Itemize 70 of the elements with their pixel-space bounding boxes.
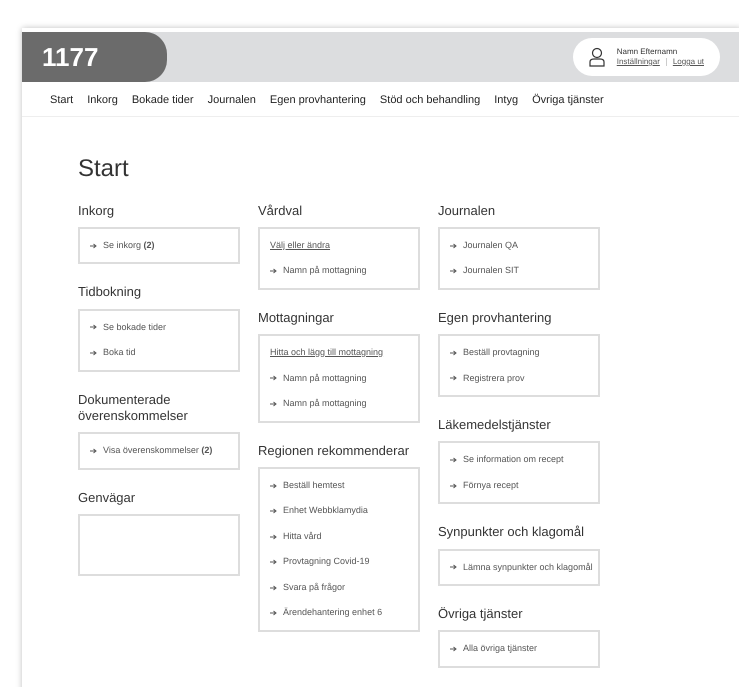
nav-link[interactable]: Övriga tjänster	[532, 92, 604, 108]
service-link[interactable]: Boka tid	[103, 346, 136, 360]
service-link[interactable]: Se bokade tider	[103, 320, 166, 334]
logo[interactable]: 1177	[22, 32, 167, 82]
service-link[interactable]: Beställ provtagning	[463, 346, 540, 360]
section-heading: Läkemedelstjänster	[438, 417, 552, 434]
nav-link[interactable]: Inkorg	[87, 92, 118, 108]
service-link[interactable]: Beställ hemtest	[283, 478, 345, 492]
account-link[interactable]: Inställningar	[616, 57, 660, 67]
arrow-icon	[270, 610, 277, 616]
nav-link[interactable]: Bokade tider	[132, 92, 194, 108]
arrow-icon	[450, 242, 457, 248]
arrow-icon	[90, 242, 97, 248]
service-link[interactable]: Registrera prov	[463, 372, 525, 385]
section-heading: Journalen	[438, 202, 496, 219]
section-heading: Egen provhantering	[438, 310, 552, 326]
service-link[interactable]: Svara på frågor	[283, 580, 346, 594]
section-heading: Dokumenterade överenskommelser	[78, 392, 189, 424]
arrow-icon	[450, 457, 457, 463]
arrow-icon	[270, 534, 277, 540]
arrow-icon	[270, 375, 277, 382]
service-link[interactable]: Se information om recept	[463, 453, 564, 467]
service-link[interactable]: Namn på mottagning	[283, 372, 367, 385]
arrow-icon	[270, 508, 277, 514]
service-link[interactable]: Se inkorg (2)	[103, 238, 155, 252]
service-link[interactable]: Alla övriga tjänster	[463, 642, 538, 656]
arrow-icon	[450, 268, 457, 274]
section-heading: Vårdval	[258, 202, 304, 219]
arrow-icon	[450, 646, 457, 652]
arrow-icon	[270, 400, 277, 407]
arrow-icon	[270, 559, 277, 565]
account-link[interactable]: Logga ut	[672, 57, 704, 67]
underlined-link[interactable]: Hitta och lägg till mottagning	[270, 346, 408, 360]
service-link[interactable]: Förnya recept	[463, 478, 519, 492]
nav-link[interactable]: Stöd och behandling	[380, 92, 480, 108]
service-link[interactable]: Enhet Webbklamydia	[283, 504, 368, 518]
arrow-icon	[270, 584, 277, 590]
service-link[interactable]: Journalen QA	[463, 238, 518, 252]
service-link[interactable]: Namn på mottagning	[283, 397, 367, 410]
section-heading: Synpunkter och klagomål	[438, 524, 585, 540]
arrow-icon	[90, 448, 97, 454]
service-link[interactable]: Provtagning Covid-19	[283, 555, 370, 569]
page-title: Start	[78, 154, 130, 184]
arrow-icon	[450, 350, 457, 356]
arrow-icon	[270, 482, 277, 488]
nav-link[interactable]: Journalen	[208, 92, 256, 108]
service-link[interactable]: Namn på mottagning	[283, 264, 367, 278]
nav-link[interactable]: Egen provhantering	[270, 92, 366, 108]
arrow-icon	[270, 268, 277, 274]
service-link[interactable]: Ärendehantering enhet 6	[283, 606, 382, 620]
user-name: Namn Efternamn	[616, 47, 678, 57]
service-link[interactable]: Lämna synpunkter och klagomål	[463, 560, 593, 574]
service-link[interactable]: Journalen SIT	[463, 264, 520, 278]
nav-link[interactable]: Intyg	[494, 92, 518, 108]
arrow-icon	[90, 350, 97, 356]
section-heading: Tidbokning	[78, 284, 142, 300]
section-heading: Regionen rekommenderar	[258, 442, 410, 459]
section-heading: Inkorg	[78, 202, 116, 219]
nav-link[interactable]: Start	[50, 92, 74, 108]
underlined-link[interactable]: Välj eller ändra	[270, 238, 408, 252]
section-heading: Mottagningar	[258, 310, 335, 326]
user-icon	[588, 47, 605, 67]
arrow-icon	[450, 375, 457, 382]
arrow-icon	[90, 324, 97, 330]
section-heading: Genvägar	[78, 490, 136, 506]
arrow-icon	[450, 482, 457, 488]
service-link[interactable]: Hitta vård	[283, 530, 322, 544]
arrow-icon	[450, 564, 457, 570]
service-link[interactable]: Visa överenskommelser (2)	[103, 444, 212, 458]
section-heading: Övriga tjänster	[438, 606, 524, 622]
